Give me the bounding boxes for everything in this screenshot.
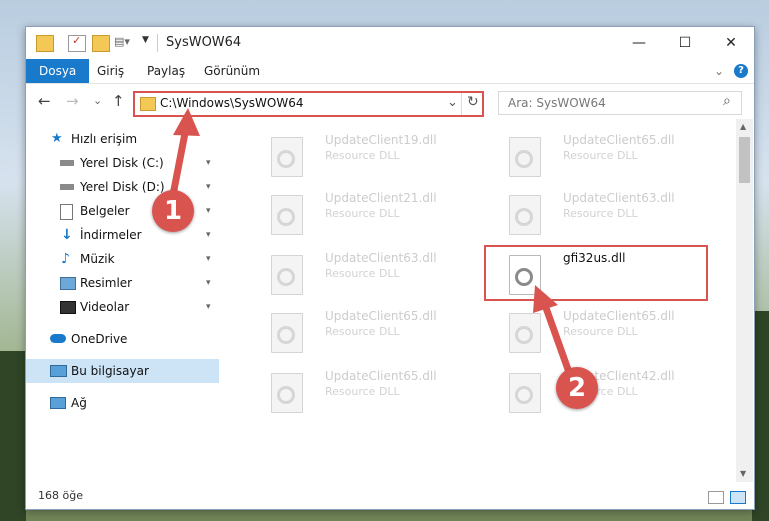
step-badge-1: 1 — [152, 190, 194, 232]
arrow-2-head — [533, 285, 558, 313]
annotation-arrows — [168, 108, 574, 379]
arrow-2-shaft — [541, 301, 574, 379]
step-badge-2: 2 — [556, 367, 598, 409]
arrow-1-head — [173, 108, 200, 136]
